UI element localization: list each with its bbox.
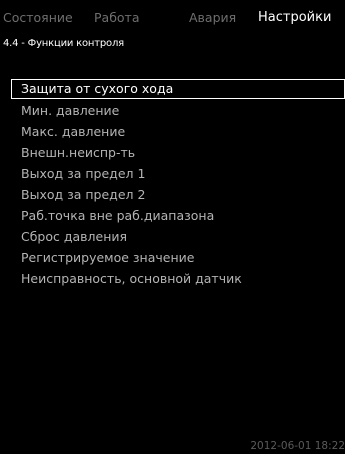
menu-item-min-pressure[interactable]: Мин. давление xyxy=(11,100,345,121)
menu-item-external-fault[interactable]: Внешн.неиспр-ть xyxy=(11,142,345,163)
tab-settings[interactable]: Настройки xyxy=(258,10,331,25)
menu-item-dry-running-protection[interactable]: Защита от сухого хода xyxy=(11,79,345,99)
menu-item-logged-value[interactable]: Регистрируемое значение xyxy=(11,247,345,268)
menu-item-limit-1-exceeded[interactable]: Выход за предел 1 xyxy=(11,163,345,184)
settings-menu: Защита от сухого хода Мин. давление Макс… xyxy=(11,79,345,289)
breadcrumb: 4.4 - Функции контроля xyxy=(3,38,124,49)
tab-alarm[interactable]: Авария xyxy=(189,10,236,25)
menu-item-duty-point-out-of-range[interactable]: Раб.точка вне раб.диапазона xyxy=(11,205,345,226)
menu-item-primary-sensor-fault[interactable]: Неисправность, основной датчик xyxy=(11,268,345,289)
tab-status[interactable]: Состояние xyxy=(3,10,73,25)
menu-item-max-pressure[interactable]: Макс. давление xyxy=(11,121,345,142)
tab-operation[interactable]: Работа xyxy=(94,10,140,25)
menu-item-pressure-relief[interactable]: Сброс давления xyxy=(11,226,345,247)
tab-bar: Состояние Работа Авария Настройки xyxy=(0,0,345,34)
status-datetime: 2012-06-01 18:22 xyxy=(250,440,345,452)
menu-item-limit-2-exceeded[interactable]: Выход за предел 2 xyxy=(11,184,345,205)
